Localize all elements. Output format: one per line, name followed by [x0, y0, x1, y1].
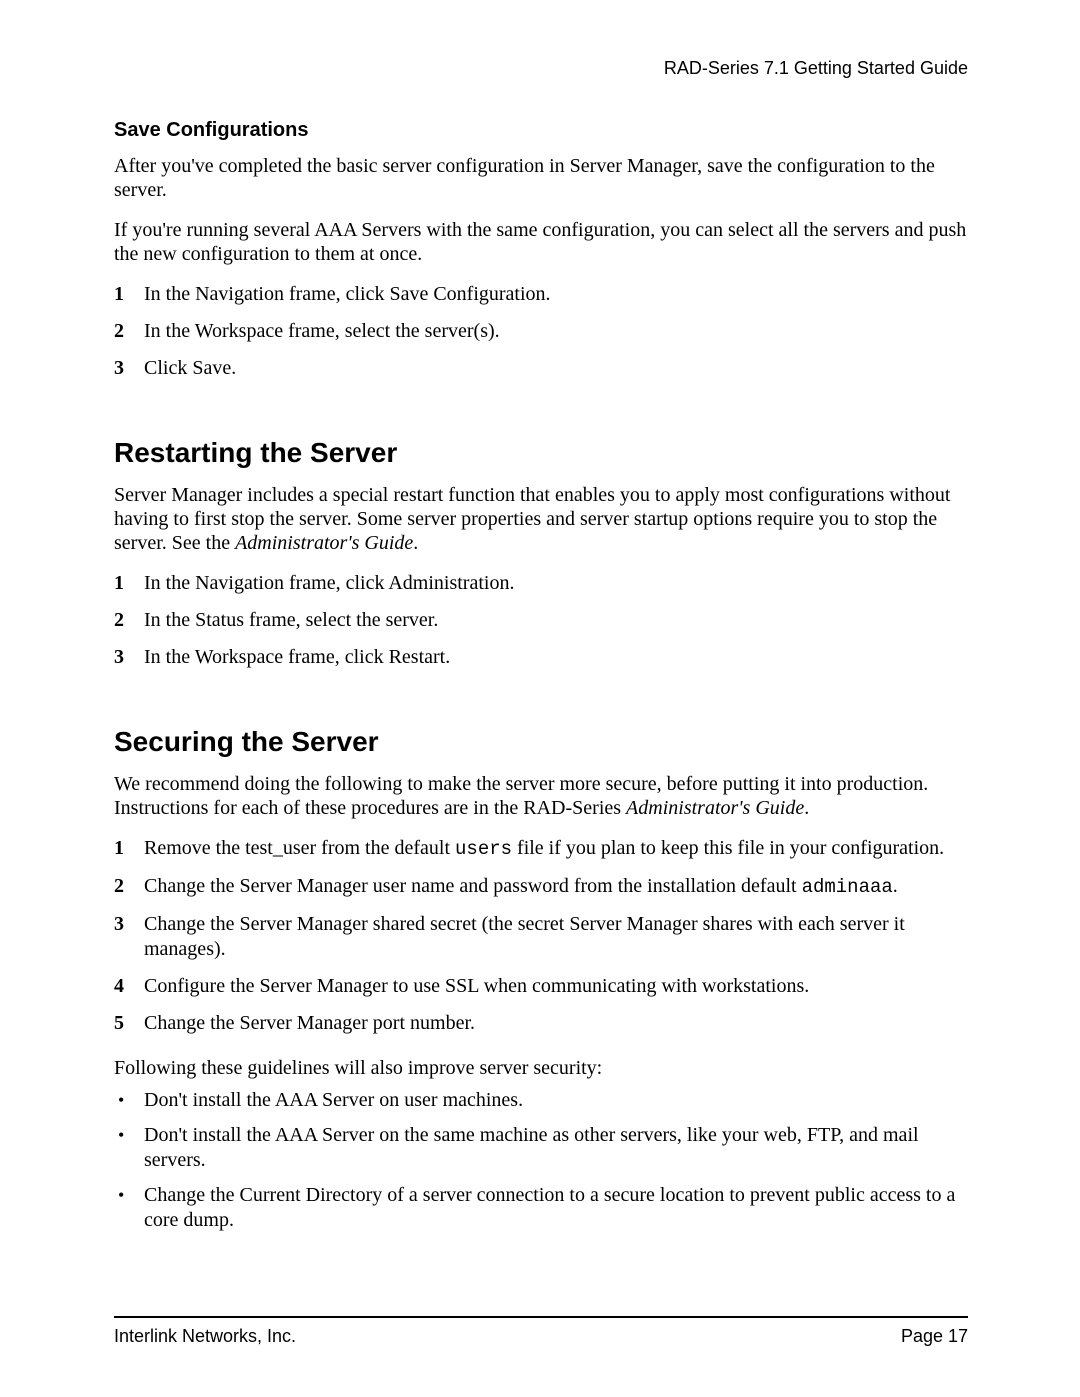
- bullet-icon: [114, 1088, 144, 1113]
- footer-rule: [114, 1316, 968, 1318]
- footer-area: Interlink Networks, Inc. Page 17: [114, 1316, 968, 1397]
- heading-restarting-server: Restarting the Server: [114, 437, 968, 469]
- list-number: 1: [114, 571, 144, 596]
- footer: Interlink Networks, Inc. Page 17: [114, 1326, 968, 1347]
- list-item: 3 Change the Server Manager shared secre…: [114, 912, 968, 962]
- page-content: RAD-Series 7.1 Getting Started Guide Sav…: [0, 0, 1080, 1397]
- list-text: Change the Current Directory of a server…: [144, 1183, 968, 1233]
- list-number: 4: [114, 974, 144, 999]
- heading-save-configurations: Save Configurations: [114, 119, 968, 142]
- list-item: 2 In the Status frame, select the server…: [114, 608, 968, 633]
- list-text: In the Workspace frame, click Restart.: [144, 645, 968, 670]
- footer-left: Interlink Networks, Inc.: [114, 1326, 296, 1347]
- list-text: Click Save.: [144, 356, 968, 381]
- text-run: .: [893, 875, 898, 897]
- list-text: In the Workspace frame, select the serve…: [144, 319, 968, 344]
- list-number: 5: [114, 1011, 144, 1036]
- list-number: 2: [114, 319, 144, 344]
- paragraph: Following these guidelines will also imp…: [114, 1056, 968, 1080]
- text-run: file if you plan to keep this file in yo…: [512, 837, 944, 859]
- paragraph: After you've completed the basic server …: [114, 154, 968, 202]
- list-number: 2: [114, 874, 144, 900]
- text-mono: adminaaa: [802, 876, 893, 898]
- text-mono: users: [455, 838, 512, 860]
- list-item: 2 Change the Server Manager user name an…: [114, 874, 968, 900]
- ordered-list: 1 Remove the test_user from the default …: [114, 836, 968, 1048]
- list-text: Change the Server Manager shared secret …: [144, 912, 968, 962]
- bullet-icon: [114, 1123, 144, 1173]
- paragraph: Server Manager includes a special restar…: [114, 483, 968, 555]
- heading-securing-server: Securing the Server: [114, 726, 968, 758]
- paragraph: We recommend doing the following to make…: [114, 772, 968, 820]
- ordered-list: 1 In the Navigation frame, click Adminis…: [114, 571, 968, 682]
- text-italic: Administrator's Guide: [626, 797, 804, 819]
- list-item: Don't install the AAA Server on user mac…: [114, 1088, 968, 1113]
- list-number: 3: [114, 912, 144, 962]
- list-text: Don't install the AAA Server on the same…: [144, 1123, 968, 1173]
- list-text: Remove the test_user from the default us…: [144, 836, 968, 862]
- text-run: .: [804, 797, 809, 819]
- list-text: In the Navigation frame, click Save Conf…: [144, 282, 968, 307]
- list-item: 3 In the Workspace frame, click Restart.: [114, 645, 968, 670]
- list-text: Configure the Server Manager to use SSL …: [144, 974, 968, 999]
- list-text: In the Navigation frame, click Administr…: [144, 571, 968, 596]
- paragraph: If you're running several AAA Servers wi…: [114, 218, 968, 266]
- ordered-list: 1 In the Navigation frame, click Save Co…: [114, 282, 968, 393]
- footer-right: Page 17: [901, 1326, 968, 1347]
- text-run: .: [413, 532, 418, 554]
- list-item: Change the Current Directory of a server…: [114, 1183, 968, 1233]
- list-item: 4 Configure the Server Manager to use SS…: [114, 974, 968, 999]
- list-item: Don't install the AAA Server on the same…: [114, 1123, 968, 1173]
- list-number: 3: [114, 356, 144, 381]
- list-item: 2 In the Workspace frame, select the ser…: [114, 319, 968, 344]
- bullet-icon: [114, 1183, 144, 1233]
- list-number: 1: [114, 282, 144, 307]
- text-run: Change the Server Manager user name and …: [144, 875, 802, 897]
- list-item: 1 Remove the test_user from the default …: [114, 836, 968, 862]
- list-number: 1: [114, 836, 144, 862]
- text-italic: Administrator's Guide: [235, 532, 413, 554]
- document-header: RAD-Series 7.1 Getting Started Guide: [114, 58, 968, 79]
- text-run: Remove the test_user from the default: [144, 837, 455, 859]
- list-item: 5 Change the Server Manager port number.: [114, 1011, 968, 1036]
- list-text: Change the Server Manager user name and …: [144, 874, 968, 900]
- list-number: 2: [114, 608, 144, 633]
- list-item: 1 In the Navigation frame, click Adminis…: [114, 571, 968, 596]
- list-text: In the Status frame, select the server.: [144, 608, 968, 633]
- list-number: 3: [114, 645, 144, 670]
- list-text: Change the Server Manager port number.: [144, 1011, 968, 1036]
- list-item: 1 In the Navigation frame, click Save Co…: [114, 282, 968, 307]
- list-item: 3 Click Save.: [114, 356, 968, 381]
- bulleted-list: Don't install the AAA Server on user mac…: [114, 1088, 968, 1243]
- list-text: Don't install the AAA Server on user mac…: [144, 1088, 968, 1113]
